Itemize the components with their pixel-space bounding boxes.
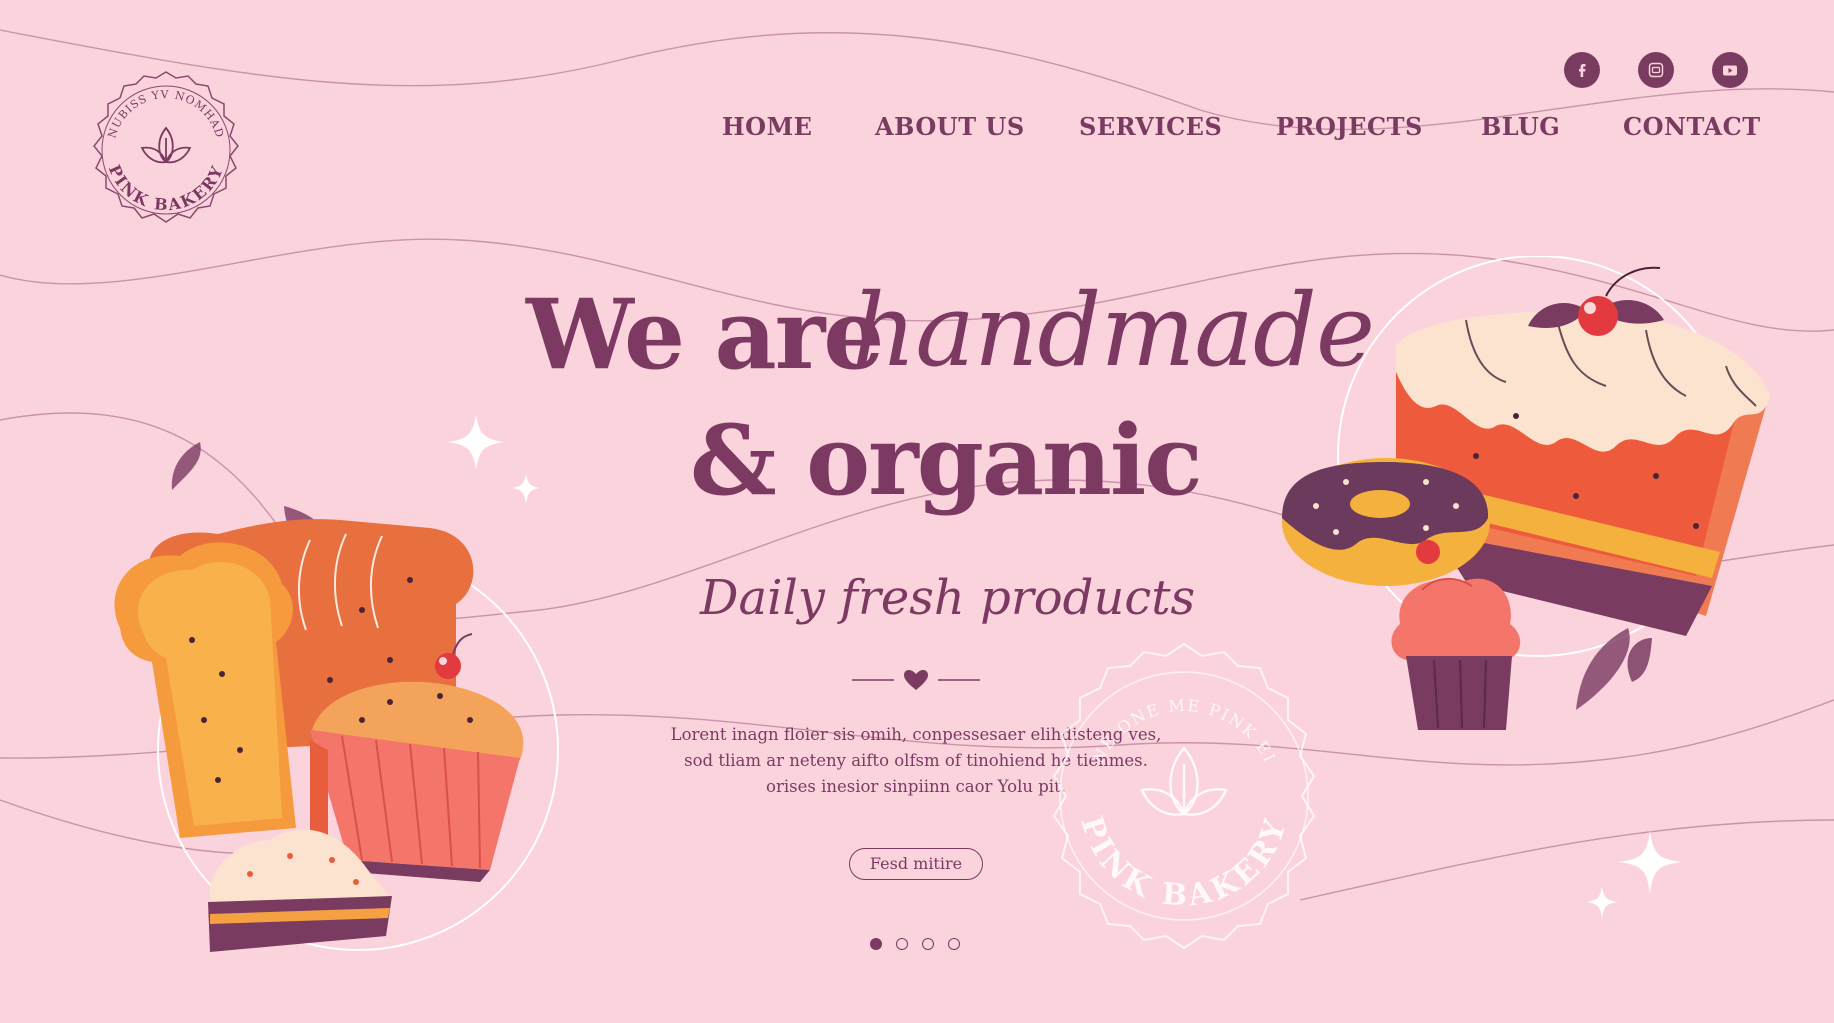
nav-item-blog[interactable]: BLUG <box>1481 112 1560 141</box>
instagram-button[interactable] <box>1638 52 1674 88</box>
svg-text:NE ONE ME PINK EI: NE ONE ME PINK EI <box>1088 696 1280 767</box>
carousel-pagination <box>870 938 970 954</box>
carousel-dot-2[interactable] <box>896 938 908 950</box>
landing-page: NUBISS YV NOMHAD PINK BAKERY HOME ABOUT … <box>0 0 1834 1023</box>
heart-icon <box>904 670 928 690</box>
nav-item-projects[interactable]: PROJECTS <box>1276 112 1423 141</box>
svg-text:PINK BAKERY: PINK BAKERY <box>1073 812 1294 914</box>
nav-item-about-us[interactable]: ABOUT US <box>875 112 1025 141</box>
facebook-icon <box>1579 64 1586 77</box>
heart-divider <box>852 670 980 690</box>
hero-tagline: Daily fresh products <box>700 570 1196 626</box>
carousel-dot-1[interactable] <box>870 938 882 950</box>
read-more-button[interactable]: Fesd mitire <box>849 848 983 880</box>
carousel-dot-3[interactable] <box>922 938 934 950</box>
stamp-arc-top-text: NE ONE ME PINK EI <box>1088 696 1278 767</box>
nav-item-home[interactable]: HOME <box>722 112 812 141</box>
stamp-arc-bottom-text: PINK BAKERY <box>1073 812 1290 914</box>
leaf-icon <box>140 126 192 164</box>
logo-arc-top-text: NUBISS YV NOMHAD <box>105 88 225 140</box>
main-navigation: HOME ABOUT US SERVICES PROJECTS BLUG CON… <box>700 112 1760 152</box>
facebook-button[interactable] <box>1564 52 1600 88</box>
instagram-icon <box>1648 62 1664 78</box>
bread-and-muffin-illustration <box>114 442 559 952</box>
hero-title-line2: & organic <box>690 404 1203 517</box>
sparkle-icon <box>1586 830 1682 918</box>
hero-title-solid: We are <box>526 278 884 391</box>
nav-item-contact[interactable]: CONTACT <box>1623 112 1761 141</box>
cake-and-donut-illustration <box>1282 256 1770 730</box>
nav-item-services[interactable]: SERVICES <box>1079 112 1222 141</box>
carousel-dot-4[interactable] <box>948 938 960 950</box>
svg-text:NUBISS YV NOMHAD: NUBISS YV NOMHAD <box>105 88 226 140</box>
leaf-icon <box>1140 746 1228 816</box>
bakery-logo-stamp[interactable]: NUBISS YV NOMHAD PINK BAKERY <box>84 68 248 232</box>
youtube-icon <box>1723 65 1737 76</box>
youtube-button[interactable] <box>1712 52 1748 88</box>
